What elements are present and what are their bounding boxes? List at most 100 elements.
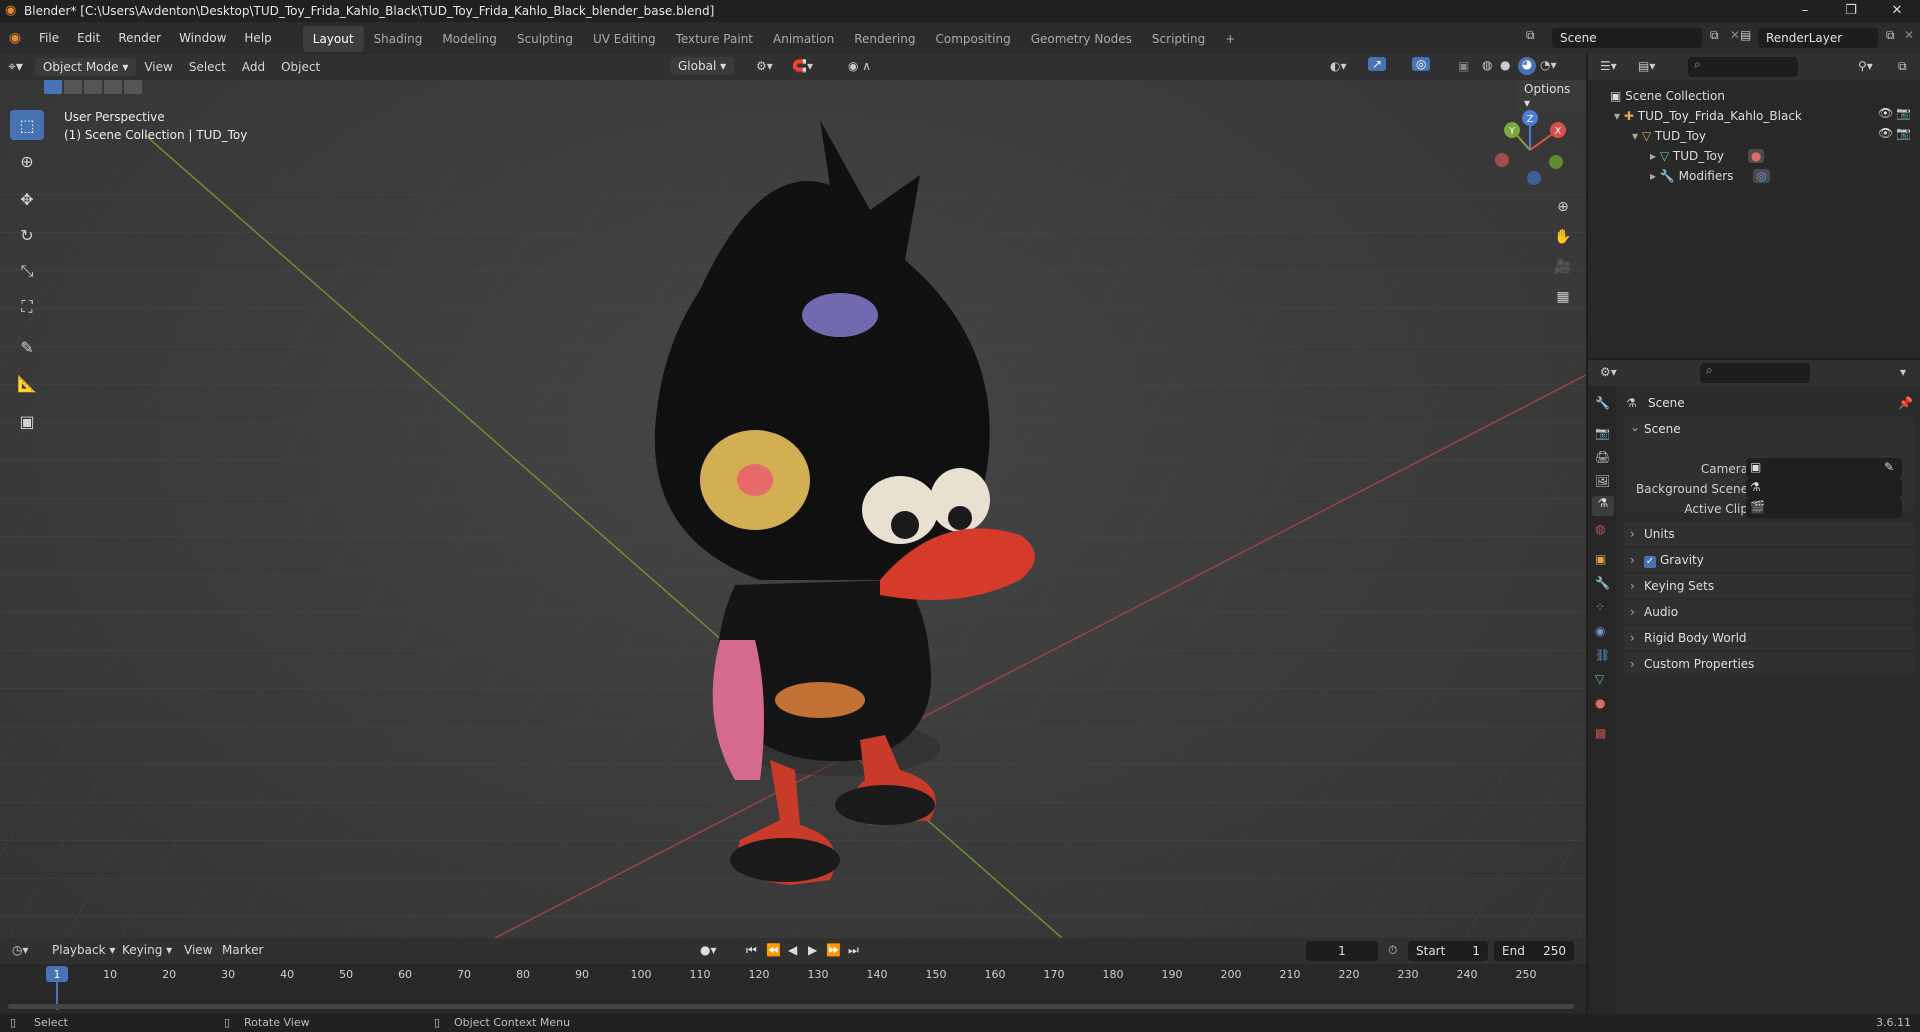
ortho-grid-icon[interactable]: ▦ xyxy=(1550,284,1576,310)
new-collection-icon[interactable]: ⧉ xyxy=(1898,59,1907,74)
gravity-checkbox[interactable]: ✓ xyxy=(1644,556,1656,568)
move-tool-icon[interactable]: ✥ xyxy=(10,184,44,214)
new-scene-icon[interactable]: ⧉ xyxy=(1710,28,1719,43)
scale-tool-icon[interactable]: ⤡ xyxy=(10,256,44,286)
chevron-down-icon[interactable]: ⌄ xyxy=(1630,420,1640,434)
audio-panel[interactable]: › Audio xyxy=(1624,600,1914,624)
outliner-editor-icon[interactable]: ☰▾ xyxy=(1600,59,1617,73)
tab-uv-editing[interactable]: UV Editing xyxy=(583,26,666,52)
view-layer-icon[interactable]: ▤ xyxy=(1740,28,1751,42)
gravity-panel[interactable]: › ✓ Gravity xyxy=(1624,548,1914,572)
end-frame-field[interactable]: End 250 xyxy=(1494,941,1574,961)
tab-shading[interactable]: Shading xyxy=(364,26,433,52)
wireframe-shading-icon[interactable]: ◍ xyxy=(1482,58,1492,72)
particles-tab-icon[interactable]: ⁘ xyxy=(1595,600,1605,614)
editor-type-icon[interactable]: ⌖▾ xyxy=(0,59,31,75)
tab-animation[interactable]: Animation xyxy=(763,26,844,52)
new-view-layer-icon[interactable]: ⧉ xyxy=(1886,28,1895,43)
play-reverse-icon[interactable]: ◀ xyxy=(788,943,797,957)
transform-tool-icon[interactable]: ⛶ xyxy=(10,292,44,322)
material-tab-icon[interactable]: ● xyxy=(1595,696,1605,710)
keying-sets-panel[interactable]: › Keying Sets xyxy=(1624,574,1914,598)
render-camera-icon[interactable]: 📷 xyxy=(1896,126,1911,140)
physics-tab-icon[interactable]: ◉ xyxy=(1595,624,1605,638)
menu-render[interactable]: Render xyxy=(109,22,170,54)
modifier-tab-icon[interactable]: 🔧 xyxy=(1595,576,1610,590)
tab-rendering[interactable]: Rendering xyxy=(844,26,925,52)
visibility-eye-icon[interactable]: 👁 xyxy=(1878,106,1893,120)
zoom-icon[interactable]: ⊕ xyxy=(1550,194,1576,220)
object-tab-icon[interactable]: ▣ xyxy=(1595,552,1606,566)
3d-viewport[interactable]: User Perspective (1) Scene Collection | … xyxy=(0,80,1586,938)
select-extend-icon[interactable] xyxy=(64,80,82,94)
timeline-view-menu[interactable]: View xyxy=(184,943,212,957)
proportional-edit-icon[interactable]: ◉ ∧ xyxy=(848,59,871,73)
select-new-icon[interactable] xyxy=(44,80,62,94)
timeline-editor-icon[interactable]: ◷▾ xyxy=(12,943,29,957)
prev-keyframe-icon[interactable]: ⏪ xyxy=(766,943,781,957)
clock-icon[interactable]: ⏱ xyxy=(1388,943,1397,958)
mode-dropdown[interactable]: Object Mode ▾ xyxy=(34,58,137,76)
render-layer-selector[interactable]: RenderLayer xyxy=(1758,28,1878,48)
add-workspace-button[interactable]: + xyxy=(1215,26,1245,52)
filter-icon[interactable]: ⚲▾ xyxy=(1858,59,1873,73)
constraints-tab-icon[interactable]: ⛓ xyxy=(1595,648,1610,662)
outliner-row-mesh[interactable]: ▸ ▽ TUD_Toy ● xyxy=(1650,146,1765,166)
current-frame-field[interactable]: 1 xyxy=(1306,941,1378,961)
select-invert-icon[interactable] xyxy=(104,80,122,94)
remove-view-layer-icon[interactable]: ✕ xyxy=(1904,28,1914,42)
play-icon[interactable]: ▶ xyxy=(808,943,817,957)
render-tab-icon[interactable]: 📷 xyxy=(1595,426,1610,440)
snap-icon[interactable]: 🧲▾ xyxy=(792,59,813,73)
properties-options-icon[interactable]: ▾ xyxy=(1900,365,1906,379)
rotate-tool-icon[interactable]: ↻ xyxy=(10,220,44,250)
solid-shading-icon[interactable]: ● xyxy=(1500,58,1510,72)
scene-selector[interactable]: Scene xyxy=(1552,28,1702,48)
rigid-body-world-panel[interactable]: › Rigid Body World xyxy=(1624,626,1914,650)
menu-view[interactable]: View xyxy=(136,60,180,74)
outliner-search-input[interactable]: ⌕ xyxy=(1688,57,1798,77)
timeline-scrollbar[interactable] xyxy=(8,1004,1574,1009)
camera-field[interactable] xyxy=(1746,458,1902,478)
menu-file[interactable]: File xyxy=(30,22,68,54)
xray-icon[interactable]: ▣ xyxy=(1458,59,1469,73)
maximize-button[interactable]: ❐ xyxy=(1828,0,1874,22)
render-camera-icon[interactable]: 📷 xyxy=(1896,106,1911,120)
outliner-row-object[interactable]: ▾ ▽ TUD_Toy xyxy=(1632,126,1706,146)
menu-add[interactable]: Add xyxy=(234,60,273,74)
select-box-tool-icon[interactable]: ⬚ xyxy=(10,110,44,140)
rendered-shading-icon[interactable]: ◔▾ xyxy=(1540,58,1557,72)
remove-scene-icon[interactable]: ✕ xyxy=(1730,28,1740,42)
transform-orientation-dropdown[interactable]: Global ▾ xyxy=(670,57,735,75)
pivot-icon[interactable]: ⚙▾ xyxy=(756,59,773,73)
modifier-badge-icon[interactable]: ◎ xyxy=(1753,169,1770,183)
background-scene-field[interactable] xyxy=(1746,478,1902,498)
tab-scripting[interactable]: Scripting xyxy=(1142,26,1215,52)
navigation-gizmo[interactable]: Z X Y xyxy=(1490,110,1570,190)
blender-menu-icon[interactable]: ◉ xyxy=(0,30,30,46)
overlay-toggle-icon[interactable]: ◎ xyxy=(1412,57,1431,71)
menu-object[interactable]: Object xyxy=(273,60,328,74)
scene-type-icon[interactable]: ⧉ xyxy=(1526,28,1535,43)
tab-compositing[interactable]: Compositing xyxy=(925,26,1020,52)
jump-start-icon[interactable]: ⏮ xyxy=(746,943,757,958)
jump-end-icon[interactable]: ⏭ xyxy=(848,943,859,958)
visibility-eye-icon[interactable]: 👁 xyxy=(1878,126,1893,140)
tab-sculpting[interactable]: Sculpting xyxy=(507,26,583,52)
pin-icon[interactable]: 📌 xyxy=(1898,396,1913,410)
timeline-area[interactable]: 1 10 20 30 40 50 60 70 80 90 100 110 120 130 140 150 160… xyxy=(0,964,1586,1014)
start-frame-field[interactable]: Start 1 xyxy=(1408,941,1488,961)
active-clip-field[interactable] xyxy=(1746,498,1902,518)
select-intersect-icon[interactable] xyxy=(124,80,142,94)
menu-edit[interactable]: Edit xyxy=(68,22,109,54)
tab-layout[interactable]: Layout xyxy=(302,26,364,52)
pan-hand-icon[interactable]: ✋ xyxy=(1550,224,1576,250)
menu-window[interactable]: Window xyxy=(170,22,235,54)
gizmo-toggle-icon[interactable]: ↗ xyxy=(1368,57,1387,71)
visibility-icon[interactable]: ◐▾ xyxy=(1330,59,1347,73)
keying-menu[interactable]: Keying ▾ xyxy=(122,943,172,957)
minimize-button[interactable]: – xyxy=(1782,0,1828,22)
annotate-tool-icon[interactable]: ✎ xyxy=(10,332,44,362)
options-dropdown[interactable]: Options ▾ xyxy=(1516,80,1586,112)
units-panel[interactable]: › Units xyxy=(1624,522,1914,546)
